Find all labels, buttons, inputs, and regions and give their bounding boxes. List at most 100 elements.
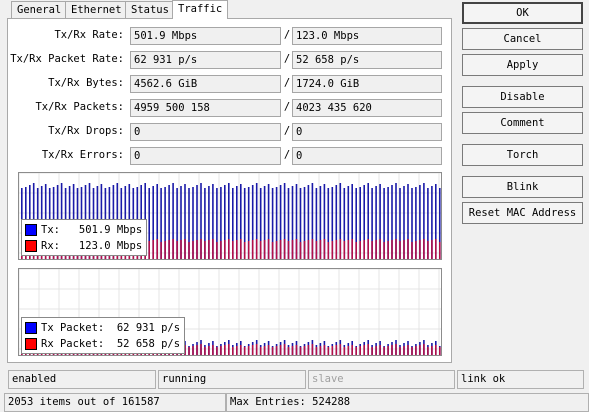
footer-items-count: 2053 items out of 161587 (4, 393, 226, 412)
tx-value-field[interactable]: 4562.6 GiB (130, 75, 281, 93)
legend-rx-packet-text: Rx Packet: 52 658 p/s (41, 338, 181, 350)
comment-button[interactable]: Comment (462, 112, 583, 134)
rx-bar (255, 344, 258, 355)
ok-button[interactable]: OK (462, 2, 583, 24)
field-label: Tx/Rx Bytes: (48, 77, 124, 89)
tab-ethernet[interactable]: Ethernet (65, 1, 128, 18)
rx-bar (220, 346, 222, 355)
rx-bar (419, 240, 421, 259)
rx-bar (236, 240, 238, 259)
rx-bar (411, 347, 413, 355)
rx-value-field[interactable]: 52 658 p/s (292, 51, 442, 69)
rx-bar (307, 345, 310, 355)
field-label: Tx/Rx Rate: (54, 29, 124, 41)
rx-bar (267, 239, 270, 259)
rx-bar (200, 239, 202, 259)
rx-bar (435, 239, 437, 259)
rx-bar (184, 239, 186, 259)
apply-button[interactable]: Apply (462, 54, 583, 76)
rx-bar (259, 241, 262, 259)
legend-tx-text: Tx: 501.9 Mbps (41, 224, 143, 236)
rx-bar (259, 347, 262, 355)
rx-bar (275, 346, 278, 355)
rx-bar (160, 242, 162, 259)
rx-bar (395, 344, 397, 355)
blink-button[interactable]: Blink (462, 176, 583, 198)
rx-bar (387, 241, 389, 259)
rx-bar (275, 241, 278, 259)
tab-status[interactable]: Status (125, 1, 175, 18)
rx-bar (427, 347, 429, 355)
rx-value-field[interactable]: 0 (292, 123, 442, 141)
rx-bar (251, 345, 254, 355)
legend-tx-packet: Tx Packet: 62 931 p/s (25, 320, 180, 336)
rx-bar (283, 239, 286, 259)
rx-bar (232, 347, 234, 355)
tab-general[interactable]: General (11, 1, 68, 18)
status-slave: slave (308, 370, 455, 389)
rx-bar (375, 240, 377, 259)
rx-bar (156, 239, 158, 259)
tx-value-field[interactable]: 0 (130, 123, 281, 141)
packet-legend: Tx Packet: 62 931 p/s Rx Packet: 52 658 … (21, 317, 186, 354)
rx-bar (395, 239, 397, 259)
rx-bar (315, 347, 318, 355)
rx-bar (383, 347, 385, 355)
rx-value-field[interactable]: 4023 435 620 (292, 99, 442, 117)
rx-bar (200, 344, 202, 355)
cancel-button[interactable]: Cancel (462, 28, 583, 50)
rx-bar (407, 345, 409, 355)
rx-bar (267, 345, 270, 355)
rx-bar (216, 242, 218, 259)
rx-bar (271, 242, 274, 259)
tx-value-field[interactable]: 62 931 p/s (130, 51, 281, 69)
rx-bar (240, 239, 242, 259)
rx-bar (323, 345, 326, 355)
rx-bar (299, 347, 302, 355)
rx-bar (247, 346, 250, 355)
rx-bar (232, 241, 234, 259)
rx-bar (247, 241, 250, 259)
rx-bar (204, 241, 206, 259)
rx-bar (359, 241, 361, 259)
rx-bar (403, 240, 405, 259)
rx-bar (419, 345, 421, 355)
rx-bar (168, 240, 170, 259)
tab-traffic[interactable]: Traffic (172, 0, 229, 19)
rx-bar (403, 346, 405, 355)
rx-bar (359, 346, 361, 355)
torch-button[interactable]: Torch (462, 144, 583, 166)
rx-bar (355, 347, 357, 355)
rx-value-field[interactable]: 0 (292, 147, 442, 165)
status-enabled: enabled (8, 370, 156, 389)
rx-bar (399, 347, 401, 355)
rx-value-field[interactable]: 123.0 Mbps (292, 27, 442, 45)
rx-bar (399, 241, 401, 259)
rx-bar (363, 345, 365, 355)
rx-bar (243, 347, 246, 355)
tx-packet-swatch (25, 322, 37, 334)
rx-bar (347, 346, 350, 355)
rx-bar (192, 241, 194, 259)
tx-value-field[interactable]: 0 (130, 147, 281, 165)
reset-mac-address-button[interactable]: Reset MAC Address (462, 202, 583, 224)
rx-bar (331, 346, 334, 355)
rx-bar (391, 240, 393, 259)
rx-value-field[interactable]: 1724.0 GiB (292, 75, 442, 93)
packet-chart: Tx Packet: 62 931 p/s Rx Packet: 52 658 … (18, 268, 442, 356)
legend-rx-packet: Rx Packet: 52 658 p/s (25, 336, 180, 352)
rx-swatch (25, 240, 37, 252)
disable-button[interactable]: Disable (462, 86, 583, 108)
rx-bar (271, 347, 274, 355)
rx-bar (295, 239, 298, 259)
tx-value-field[interactable]: 4959 500 158 (130, 99, 281, 117)
rx-bar (327, 242, 330, 259)
separator: / (283, 77, 291, 89)
rx-bar (251, 240, 254, 259)
tx-value-field[interactable]: 501.9 Mbps (130, 27, 281, 45)
legend-tx: Tx: 501.9 Mbps (25, 222, 142, 238)
rx-bar (435, 345, 437, 355)
rx-bar (263, 346, 266, 355)
rx-bar (279, 240, 282, 259)
rx-bar (220, 241, 222, 259)
